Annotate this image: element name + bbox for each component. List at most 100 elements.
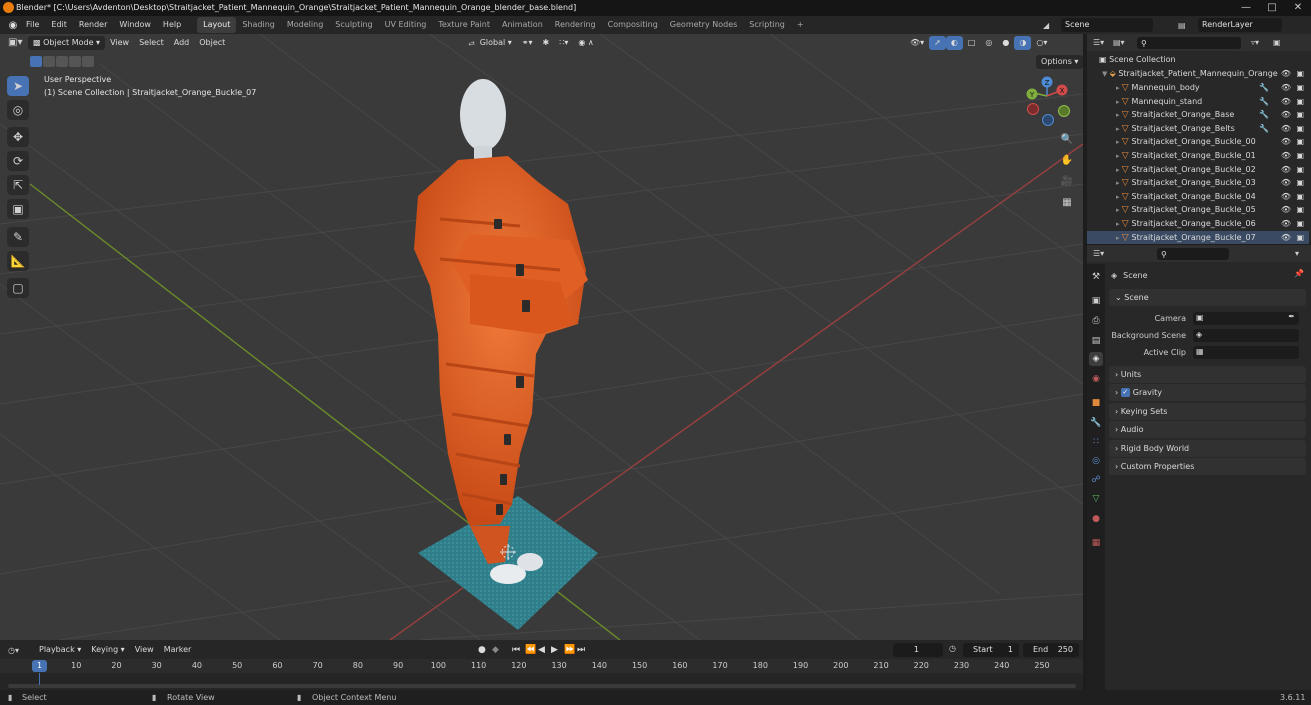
render-camera-icon[interactable]: ▣ — [1296, 190, 1304, 204]
rigid-body-world-panel-header[interactable]: › Rigid Body World — [1109, 440, 1306, 457]
world-tab-icon[interactable]: ◉ — [1089, 372, 1103, 386]
outliner-object-row[interactable]: ▸ ▽ Straitjacket_Orange_Base 🔧 👁 ▣ — [1087, 108, 1309, 122]
menu-object[interactable]: Object — [194, 36, 230, 50]
render-camera-icon[interactable]: ▣ — [1296, 81, 1304, 95]
select-box-tool-icon[interactable]: ➤ — [7, 76, 29, 96]
render-camera-icon[interactable]: ▣ — [1296, 67, 1304, 81]
outliner-object-row[interactable]: ▸ ▽ Straitjacket_Orange_Buckle_05 👁 ▣ — [1087, 203, 1309, 217]
select-subtract-icon[interactable] — [56, 55, 68, 67]
visibility-eye-icon[interactable]: 👁 — [1281, 108, 1291, 122]
scene-panel-header[interactable]: ⌄ Scene — [1109, 289, 1306, 306]
visibility-eye-icon[interactable]: 👁 — [1281, 81, 1291, 95]
annotate-tool-icon[interactable]: ✎ — [7, 227, 29, 247]
expand-icon[interactable]: ▸ — [1087, 84, 1122, 92]
cursor-tool-icon[interactable]: ◎ — [7, 100, 29, 120]
outliner-object-row[interactable]: ▸ ▽ Mannequin_body 🔧 👁 ▣ — [1087, 81, 1309, 95]
measure-tool-icon[interactable]: 📐 — [7, 251, 29, 271]
viewport-scene[interactable]: Z X Y — [0, 34, 1083, 640]
particles-tab-icon[interactable]: ∷ — [1089, 435, 1103, 449]
shading-material-icon[interactable]: ◑ — [1014, 35, 1032, 50]
timeline-editor-icon[interactable]: ◷▾ — [8, 646, 34, 655]
add-workspace-button[interactable]: + — [791, 17, 810, 33]
tab-sculpting[interactable]: Sculpting — [329, 17, 378, 33]
tab-animation[interactable]: Animation — [496, 17, 549, 33]
jump-end-icon[interactable]: ⏭ — [577, 645, 590, 655]
tab-compositing[interactable]: Compositing — [602, 17, 664, 33]
mannequin-head[interactable] — [460, 79, 506, 151]
active-clip-field[interactable]: ▦ — [1193, 346, 1299, 359]
visibility-eye-icon[interactable]: 👁 — [1281, 217, 1291, 231]
tab-uv-editing[interactable]: UV Editing — [379, 17, 433, 33]
visibility-eye-icon[interactable]: 👁 — [1281, 190, 1291, 204]
expand-icon[interactable]: ▸ — [1087, 125, 1122, 133]
menu-add[interactable]: Add — [169, 36, 195, 50]
keyframe-icon[interactable]: ◆ — [492, 645, 512, 655]
prev-keyframe-icon[interactable]: ⏪ — [525, 645, 538, 655]
timeline-scrollbar[interactable] — [8, 684, 1076, 688]
pivot-point-icon[interactable]: ⚭▾ — [517, 36, 538, 50]
material-tab-icon[interactable]: ● — [1089, 512, 1103, 526]
render-camera-icon[interactable]: ▣ — [1296, 231, 1304, 245]
visibility-eye-icon[interactable]: 👁 — [1281, 135, 1291, 149]
zoom-icon[interactable]: 🔍 — [1058, 131, 1076, 149]
outliner-object-row[interactable]: ▸ ▽ Straitjacket_Orange_Buckle_03 👁 ▣ — [1087, 176, 1309, 190]
expand-icon[interactable]: ▸ — [1087, 220, 1122, 228]
scale-tool-icon[interactable]: ⇱ — [7, 175, 29, 195]
proportional-edit-icon[interactable]: ◉ ∧ — [573, 36, 598, 50]
outliner-object-row[interactable]: ▸ ▽ Straitjacket_Orange_Buckle_01 👁 ▣ — [1087, 149, 1309, 163]
camera-view-icon[interactable]: 🎥 — [1058, 173, 1076, 191]
straitjacket-body[interactable] — [414, 156, 586, 526]
render-camera-icon[interactable]: ▣ — [1296, 149, 1304, 163]
filter-icon[interactable]: ▿▾ — [1251, 38, 1273, 47]
visibility-eye-icon[interactable]: 👁 — [1281, 176, 1291, 190]
move-tool-icon[interactable]: ✥ — [7, 127, 29, 147]
render-tab-icon[interactable]: ▣ — [1089, 294, 1103, 308]
outliner-search-input[interactable]: ⚲ — [1137, 36, 1241, 49]
transform-orientation-dropdown[interactable]: Global ▾ — [475, 36, 517, 50]
select-extend-icon[interactable] — [43, 55, 55, 67]
menu-file[interactable]: File — [20, 16, 45, 34]
menu-edit[interactable]: Edit — [45, 16, 73, 34]
outliner-collection-row[interactable]: ▼ ⬙ Straitjacket_Patient_Mannequin_Orang… — [1087, 67, 1309, 81]
texture-tab-icon[interactable]: ▦ — [1089, 536, 1103, 550]
next-keyframe-icon[interactable]: ⏩ — [564, 645, 577, 655]
orthographic-grid-icon[interactable]: ▦ — [1058, 194, 1076, 212]
start-frame-field[interactable]: Start 1 — [963, 643, 1019, 657]
maximize-icon[interactable]: □ — [1259, 1, 1285, 15]
pin-icon[interactable]: 📌 — [1294, 269, 1304, 278]
expand-icon[interactable]: ▸ — [1087, 152, 1122, 160]
menu-render[interactable]: Render — [73, 16, 113, 34]
playhead-frame-indicator[interactable]: 1 — [32, 660, 47, 672]
play-reverse-icon[interactable]: ◀ — [538, 645, 551, 655]
visibility-icon[interactable]: 👁▾ — [905, 36, 929, 50]
outliner-object-row[interactable]: ▸ ▽ Straitjacket_Orange_Buckle_06 👁 ▣ — [1087, 217, 1309, 231]
select-invert-icon[interactable] — [69, 55, 81, 67]
render-camera-icon[interactable]: ▣ — [1296, 122, 1304, 136]
outliner-object-row[interactable]: ▸ ▽ Straitjacket_Orange_Buckle_04 👁 ▣ — [1087, 190, 1309, 204]
view-layer-selector[interactable]: ▤ RenderLayer — [1178, 17, 1282, 33]
visibility-eye-icon[interactable]: 👁 — [1281, 149, 1291, 163]
render-camera-icon[interactable]: ▣ — [1296, 95, 1304, 109]
properties-search-input[interactable]: ⚲ — [1157, 247, 1229, 260]
editor-type-icon[interactable]: ▣▾ — [8, 37, 28, 48]
visibility-eye-icon[interactable]: 👁 — [1281, 95, 1291, 109]
tab-layout[interactable]: Layout — [197, 17, 237, 33]
constraints-tab-icon[interactable]: ☍ — [1089, 473, 1103, 487]
custom-properties-panel-header[interactable]: › Custom Properties — [1109, 458, 1306, 475]
physics-tab-icon[interactable]: ◎ — [1089, 454, 1103, 468]
overlay-toggle-icon[interactable]: ◐ — [945, 35, 963, 50]
snap-target-icon[interactable]: ∷▾ — [554, 36, 573, 50]
menu-help[interactable]: Help — [157, 16, 187, 34]
scene-name-field[interactable]: Scene — [1061, 18, 1153, 32]
menu-view[interactable]: View — [105, 36, 134, 50]
expand-icon[interactable]: ▸ — [1087, 98, 1122, 106]
render-camera-icon[interactable]: ▣ — [1296, 135, 1304, 149]
background-scene-field[interactable]: ◈ — [1193, 329, 1299, 342]
snap-icon[interactable]: ✱ — [538, 36, 555, 50]
mannequin-stand-plane[interactable] — [418, 496, 598, 630]
expand-icon[interactable]: ▼ — [1087, 70, 1110, 78]
menu-keying[interactable]: Keying ▾ — [86, 643, 129, 657]
render-camera-icon[interactable]: ▣ — [1296, 203, 1304, 217]
add-cube-tool-icon[interactable]: ▢ — [7, 278, 29, 298]
audio-panel-header[interactable]: › Audio — [1109, 421, 1306, 438]
